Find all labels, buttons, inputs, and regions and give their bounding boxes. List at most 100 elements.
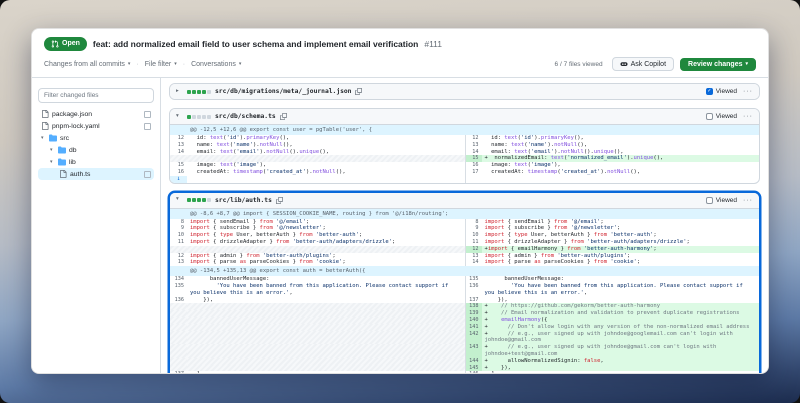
caret-down-icon: ▾ bbox=[128, 62, 131, 67]
diff-line-added[interactable]: 145+ }), bbox=[170, 365, 759, 372]
diff-line-context[interactable]: 10import { type User, betterAuth } from … bbox=[170, 232, 759, 239]
sidebar-item-src[interactable]: ▾src bbox=[38, 132, 154, 144]
chevron-down-icon[interactable]: ▾ bbox=[176, 197, 183, 203]
sidebar-item-package-json[interactable]: package.json bbox=[38, 108, 154, 120]
viewed-checkbox[interactable]: Viewed bbox=[706, 197, 737, 204]
diff-line-context[interactable]: 16 createdAt: timestamp('created_at').no… bbox=[170, 169, 759, 176]
old-code: import { drizzleAdapter } from 'better-a… bbox=[187, 239, 465, 246]
filter-files-input[interactable] bbox=[38, 88, 154, 103]
new-line-number: 12 bbox=[465, 246, 482, 253]
sidebar-item-auth-ts[interactable]: auth.ts bbox=[38, 168, 154, 180]
diff-line-context[interactable]: 12import { admin } from 'better-auth/plu… bbox=[170, 253, 759, 260]
hunk-header: @@ -8,6 +8,7 @@ import { SESSION_COOKIE_… bbox=[170, 209, 759, 219]
diff-line-added[interactable]: 140+ emailHarmony({ bbox=[170, 317, 759, 324]
review-changes-label: Review changes bbox=[688, 61, 742, 68]
diff-line-context[interactable]: 136 }),137 }), bbox=[170, 297, 759, 304]
diff-line-context[interactable]: 12 id: text('id').primaryKey(),12 id: te… bbox=[170, 135, 759, 142]
viewed-label: Viewed bbox=[716, 197, 737, 204]
new-code: 'You have been banned from this applicat… bbox=[482, 283, 760, 297]
new-line-number: 136 bbox=[465, 283, 482, 297]
new-code: ], bbox=[482, 371, 760, 374]
diff-line-context[interactable]: 9import { subscribe } from '@/newsletter… bbox=[170, 225, 759, 232]
new-code: import { type User, betterAuth } from 'b… bbox=[482, 232, 760, 239]
diff-line-context[interactable]: 135 'You have been banned from this appl… bbox=[170, 283, 759, 297]
sidebar-item-pnpm-lock-yaml[interactable]: pnpm-lock.yaml bbox=[38, 120, 154, 132]
folder-icon bbox=[58, 158, 66, 166]
diff-line-added[interactable]: 142+ // e.g., user signed up with johndo… bbox=[170, 331, 759, 345]
diff-line-added[interactable]: 141+ // Don't allow login with any versi… bbox=[170, 324, 759, 331]
old-code: import { type User, betterAuth } from 'b… bbox=[187, 232, 465, 239]
diff-line-added[interactable]: 143+ // e.g., user signed up with johndo… bbox=[170, 344, 759, 358]
diff-line-context[interactable]: 13import { parse as parseCookies } from … bbox=[170, 259, 759, 266]
pr-number: #111 bbox=[424, 39, 442, 49]
kebab-menu-icon[interactable]: ··· bbox=[743, 197, 753, 204]
old-code: ], bbox=[187, 371, 465, 374]
new-line-number: 16 bbox=[465, 162, 482, 169]
diff-line-context[interactable]: 134 bannedUserMessage:135 bannedUserMess… bbox=[170, 276, 759, 283]
old-line-number: 14 bbox=[170, 149, 187, 156]
file-path-link[interactable]: src/db/migrations/meta/_journal.json bbox=[215, 88, 351, 95]
diff-line-added[interactable]: 15+ normalizedEmail: text('normalized_em… bbox=[170, 155, 759, 162]
copy-icon[interactable] bbox=[355, 88, 362, 95]
new-line-number: 14 bbox=[465, 149, 482, 156]
pr-header: Open feat: add normalized email field to… bbox=[32, 29, 768, 78]
chevron-right-icon[interactable]: ▸ bbox=[176, 89, 183, 95]
review-changes-button[interactable]: Review changes ▾ bbox=[680, 58, 756, 71]
new-line-number: 9 bbox=[465, 225, 482, 232]
diff-line-context[interactable]: 15 image: text('image'),16 image: text('… bbox=[170, 162, 759, 169]
file-path-link[interactable]: src/lib/auth.ts bbox=[215, 197, 272, 204]
file-filter-dropdown[interactable]: File filter ▾ bbox=[145, 61, 177, 68]
separator-dot: · bbox=[183, 61, 185, 68]
old-line-number: 135 bbox=[170, 283, 187, 297]
file-icon bbox=[59, 170, 67, 178]
diff-line-context[interactable]: 11import { drizzleAdapter } from 'better… bbox=[170, 239, 759, 246]
copy-icon[interactable] bbox=[276, 197, 283, 204]
old-code: }), bbox=[187, 297, 465, 304]
new-code: email: text('email').notNull().unique(), bbox=[482, 149, 760, 156]
old-line-number: 11 bbox=[170, 239, 187, 246]
diff-line-added[interactable]: 12+import { emailHarmony } from 'better-… bbox=[170, 246, 759, 253]
old-line-number: 15 bbox=[170, 162, 187, 169]
kebab-menu-icon[interactable]: ··· bbox=[743, 88, 753, 95]
diff-line-added[interactable]: 144+ allowNormalizedSignin: false, bbox=[170, 358, 759, 365]
diff-line-context[interactable]: 137 ],146 ], bbox=[170, 371, 759, 374]
conversations-dropdown[interactable]: Conversations ▾ bbox=[191, 61, 241, 68]
diff-line-context[interactable]: 14 email: text('email').notNull().unique… bbox=[170, 149, 759, 156]
folder-icon bbox=[49, 134, 57, 142]
diff-line-context[interactable]: 13 name: text('name').notNull(),13 name:… bbox=[170, 142, 759, 149]
sidebar-item-lib[interactable]: ▾lib bbox=[38, 156, 154, 168]
diff-line-added[interactable]: 139+ // Email normalization and validati… bbox=[170, 310, 759, 317]
expand-diff-button[interactable]: ↓ bbox=[170, 176, 187, 183]
sidebar-item-db[interactable]: ▾db bbox=[38, 144, 154, 156]
checkbox-icon: ✓ bbox=[706, 88, 713, 95]
new-code: + }), bbox=[482, 365, 760, 372]
diff-file-header: ▾ src/lib/auth.ts Viewed ··· bbox=[170, 193, 759, 209]
diff-line-added[interactable]: 138+ // https://github.com/gekorm/better… bbox=[170, 303, 759, 310]
new-code: + // Email normalization and validation … bbox=[482, 310, 760, 317]
viewed-checkbox[interactable]: Viewed bbox=[706, 113, 737, 120]
diff-file-header: ▾ src/db/schema.ts Viewed ··· bbox=[170, 109, 759, 125]
old-line-number: 137 bbox=[170, 371, 187, 374]
old-line-number: 12 bbox=[170, 135, 187, 142]
file-icon bbox=[41, 122, 49, 130]
checkbox-icon bbox=[706, 113, 713, 120]
new-line-number: 142 bbox=[465, 331, 482, 345]
ask-copilot-label: Ask Copilot bbox=[631, 61, 666, 68]
file-name-label: src bbox=[60, 135, 151, 142]
kebab-menu-icon[interactable]: ··· bbox=[743, 113, 753, 120]
changes-from-commits-dropdown[interactable]: Changes from all commits ▾ bbox=[44, 61, 130, 68]
ask-copilot-button[interactable]: Ask Copilot bbox=[612, 57, 674, 71]
new-line-number: 14 bbox=[465, 259, 482, 266]
file-path-link[interactable]: src/db/schema.ts bbox=[215, 113, 276, 120]
copy-icon[interactable] bbox=[280, 113, 287, 120]
new-code: + allowNormalizedSignin: false, bbox=[482, 358, 760, 365]
chevron-down-icon[interactable]: ▾ bbox=[176, 114, 183, 120]
diff-line-context[interactable]: 8import { sendEmail } from '@/email';8im… bbox=[170, 219, 759, 226]
old-code: createdAt: timestamp('created_at').notNu… bbox=[187, 169, 465, 176]
new-code: + emailHarmony({ bbox=[482, 317, 760, 324]
old-line-number: 13 bbox=[170, 259, 187, 266]
old-code: import { subscribe } from '@/newsletter'… bbox=[187, 225, 465, 232]
new-code: }), bbox=[482, 297, 760, 304]
viewed-checkbox[interactable]: ✓Viewed bbox=[706, 88, 737, 95]
hunk-header: @@ -134,5 +135,13 @@ export const auth =… bbox=[170, 266, 759, 276]
